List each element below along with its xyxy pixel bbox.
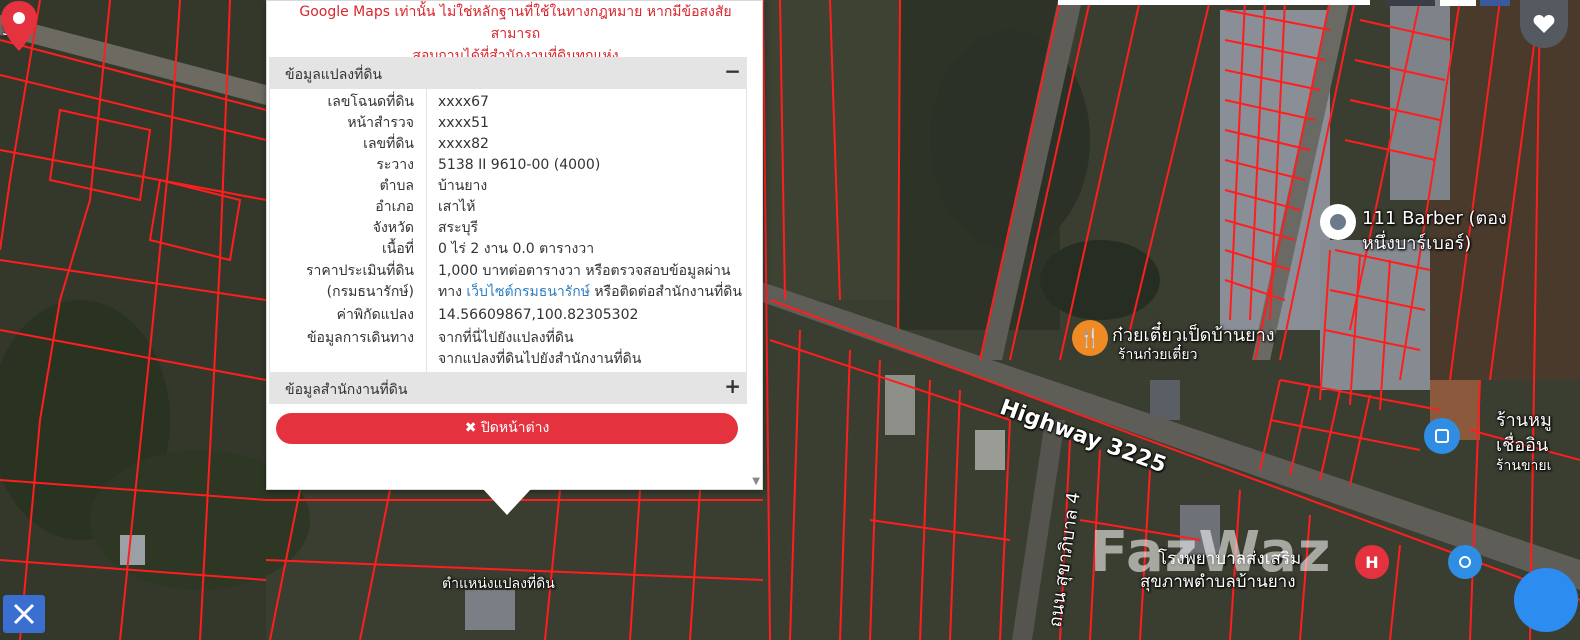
close-window-button[interactable]: ✖ ปิดหน้าต่าง	[276, 413, 738, 444]
treasury-website-link[interactable]: เว็บไซต์กรมธนารักษ์	[466, 284, 590, 300]
fork-knife-icon[interactable]: 🍴	[1072, 320, 1108, 356]
chat-button[interactable]	[1514, 568, 1578, 632]
detail-label: ตำบล	[379, 178, 414, 194]
detail-value: xxxx51	[438, 115, 489, 131]
detail-value: 0 ไร่ 2 งาน 0.0 ตารางวา	[438, 241, 595, 257]
map-label-noodle-2: ร้านก๋วยเตี๋ยว	[1118, 347, 1198, 363]
office-section-header[interactable]: ข้อมูลสำนักงานที่ดิน +	[269, 372, 747, 404]
marker-label: ตำแหน่งแปลงที่ดิน	[442, 576, 555, 592]
measure-tool-button[interactable]	[3, 595, 45, 633]
satellite-map[interactable]: 5 Highway 3225 ถนน สุขาภิบาล 4 111 Barbe…	[0, 0, 1580, 640]
watermark-logo: FazWaz	[1090, 520, 1332, 585]
ruler-pencil-icon	[13, 603, 35, 625]
office-section-title: ข้อมูลสำนักงานที่ดิน	[285, 382, 408, 398]
value-prefix: ทาง	[438, 284, 467, 300]
detail-value: xxxx82	[438, 136, 489, 152]
detail-label: ราคาประเมินที่ดิน	[305, 263, 414, 279]
map-label-shop-3: ร้านขายเ	[1496, 458, 1552, 474]
detail-label: เนื้อที่	[382, 241, 414, 257]
value-suffix: หรือติดต่อสำนักงานที่ดิน	[589, 284, 742, 300]
detail-value: ทาง เว็บไซต์กรมธนารักษ์ หรือติดต่อสำนักง…	[438, 282, 742, 303]
parcel-details: เลขโฉนดที่ดิน xxxx67 หน้าสำรวจ xxxx51 เล…	[269, 89, 747, 372]
column-divider	[426, 89, 427, 372]
parcel-section-title: ข้อมูลแปลงที่ดิน	[285, 67, 383, 83]
map-pin-icon[interactable]	[0, 0, 38, 52]
detail-label: เลขโฉนดที่ดิน	[327, 94, 414, 110]
detail-value: 1,000 บาทต่อตารางวา หรือตรวจสอบข้อมูลผ่า…	[438, 263, 731, 279]
detail-label: จังหวัด	[372, 220, 414, 236]
map-type-button[interactable]	[1385, 0, 1435, 6]
collapse-icon[interactable]: −	[724, 59, 741, 83]
detail-label: หน้าสำรวจ	[347, 115, 414, 131]
search-bar-edge[interactable]	[1058, 0, 1370, 5]
detail-value: xxxx67	[438, 94, 489, 110]
close-button-label: ปิดหน้าต่าง	[480, 420, 550, 436]
directions-to-office-link[interactable]: จากแปลงที่ดินไปยังสำนักงานที่ดิน	[438, 349, 641, 370]
h-icon[interactable]: H	[1355, 545, 1389, 579]
detail-label: ค่าพิกัดแปลง	[336, 307, 414, 323]
barber-poi-icon[interactable]	[1320, 204, 1356, 240]
directions-to-parcel-link[interactable]: จากที่นี่ไปยังแปลงที่ดิน	[438, 328, 574, 349]
popup-pointer	[483, 489, 531, 515]
detail-label: ระวาง	[376, 157, 414, 173]
bag-icon[interactable]	[1424, 418, 1460, 454]
location-icon[interactable]	[1448, 545, 1482, 579]
detail-value: บ้านยาง	[438, 178, 488, 194]
disclaimer-line-1: Google Maps เท่านั้น ไม่ใช่หลักฐานที่ใช้…	[299, 4, 732, 42]
parcel-section-header[interactable]: ข้อมูลแปลงที่ดิน −	[269, 57, 747, 89]
detail-value: 5138 II 9610-00 (4000)	[438, 157, 601, 173]
detail-label: อำเภอ	[375, 199, 414, 215]
detail-label: ข้อมูลการเดินทาง	[306, 330, 414, 346]
detail-value: เสาไห้	[438, 199, 476, 215]
detail-label: (กรมธนารักษ์)	[326, 284, 414, 300]
expand-icon[interactable]: +	[724, 374, 741, 398]
facebook-share-button[interactable]	[1480, 0, 1510, 6]
map-label-barber-2: หนึ่งบาร์เบอร์)	[1362, 233, 1472, 254]
fullscreen-button[interactable]	[1440, 0, 1476, 6]
parcel-info-popup: Google Maps เท่านั้น ไม่ใช่หลักฐานที่ใช้…	[266, 0, 763, 490]
detail-label: เลขที่ดิน	[363, 136, 414, 152]
coordinates-link[interactable]: 14.56609867,100.82305302	[438, 305, 638, 326]
detail-value: สระบุรี	[438, 220, 478, 236]
favorite-button[interactable]	[1520, 0, 1568, 48]
heart-icon	[1533, 15, 1555, 33]
close-icon: ✖	[464, 420, 477, 436]
map-imagery	[0, 0, 1580, 640]
scroll-down-arrow-icon[interactable]: ▼	[752, 476, 760, 487]
